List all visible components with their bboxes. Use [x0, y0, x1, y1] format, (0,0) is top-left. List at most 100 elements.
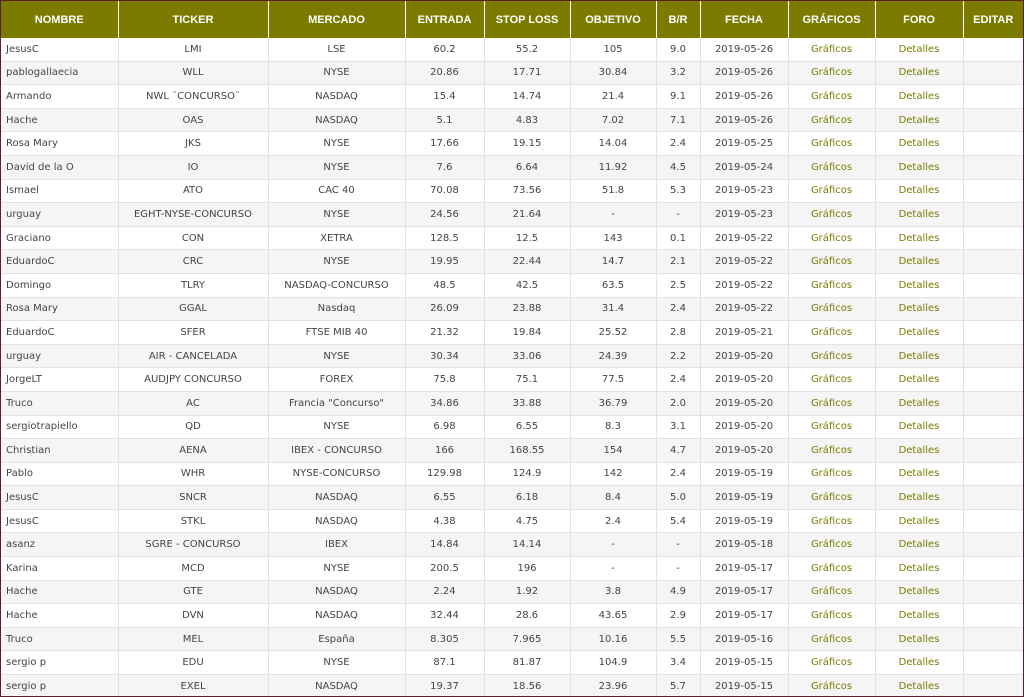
graficos-link[interactable]: Gráficos: [788, 84, 876, 109]
graficos-link[interactable]: Gráficos: [788, 202, 876, 227]
graficos-link[interactable]: Gráficos: [788, 627, 876, 652]
cell-editar: [963, 179, 1023, 204]
cell-fecha: 2019-05-22: [700, 297, 789, 322]
graficos-link[interactable]: Gráficos: [788, 38, 876, 62]
cell-stop-loss: 196: [484, 556, 571, 581]
cell-br: 5.0: [656, 485, 701, 510]
cell-fecha: 2019-05-22: [700, 273, 789, 298]
foro-detalles-link[interactable]: Detalles: [875, 297, 964, 322]
graficos-link[interactable]: Gráficos: [788, 650, 876, 676]
foro-detalles-link[interactable]: Detalles: [875, 415, 964, 440]
header-fecha[interactable]: FECHA: [700, 1, 789, 38]
graficos-link[interactable]: Gráficos: [788, 603, 876, 628]
header-graficos: GRÁFICOS: [788, 1, 876, 38]
graficos-link[interactable]: Gráficos: [788, 580, 876, 605]
header-entrada[interactable]: ENTRADA: [405, 1, 485, 38]
graficos-link[interactable]: Gráficos: [788, 438, 876, 463]
graficos-link[interactable]: Gráficos: [788, 273, 876, 298]
foro-detalles-link[interactable]: Detalles: [875, 674, 964, 696]
foro-detalles-link[interactable]: Detalles: [875, 155, 964, 180]
foro-detalles-link[interactable]: Detalles: [875, 61, 964, 86]
header-mercado[interactable]: MERCADO: [268, 1, 406, 38]
cell-ticker: STKL: [118, 509, 269, 534]
graficos-link[interactable]: Gráficos: [788, 556, 876, 581]
cell-stop-loss: 168.55: [484, 438, 571, 463]
header-stop-loss[interactable]: STOP LOSS: [484, 1, 571, 38]
graficos-link[interactable]: Gráficos: [788, 415, 876, 440]
foro-detalles-link[interactable]: Detalles: [875, 391, 964, 416]
foro-detalles-link[interactable]: Detalles: [875, 249, 964, 274]
cell-editar: [963, 226, 1023, 251]
cell-fecha: 2019-05-26: [700, 84, 789, 109]
cell-stop-loss: 21.64: [484, 202, 571, 227]
foro-detalles-link[interactable]: Detalles: [875, 84, 964, 109]
foro-detalles-link[interactable]: Detalles: [875, 509, 964, 534]
cell-ticker: CON: [118, 226, 269, 251]
foro-detalles-link[interactable]: Detalles: [875, 179, 964, 204]
cell-nombre: Hache: [1, 603, 119, 628]
graficos-link[interactable]: Gráficos: [788, 249, 876, 274]
cell-stop-loss: 81.87: [484, 650, 571, 676]
graficos-link[interactable]: Gráficos: [788, 344, 876, 369]
foro-detalles-link[interactable]: Detalles: [875, 38, 964, 62]
foro-detalles-link[interactable]: Detalles: [875, 226, 964, 251]
foro-detalles-link[interactable]: Detalles: [875, 532, 964, 558]
graficos-link[interactable]: Gráficos: [788, 108, 876, 133]
cell-ticker: WHR: [118, 462, 269, 487]
cell-mercado: NASDAQ: [268, 485, 406, 510]
cell-objetivo: 14.7: [570, 249, 657, 274]
graficos-link[interactable]: Gráficos: [788, 61, 876, 86]
cell-stop-loss: 14.74: [484, 84, 571, 109]
cell-nombre: Graciano: [1, 226, 119, 251]
foro-detalles-link[interactable]: Detalles: [875, 580, 964, 605]
foro-detalles-link[interactable]: Detalles: [875, 320, 964, 345]
cell-fecha: 2019-05-19: [700, 485, 789, 510]
cell-ticker: GGAL: [118, 297, 269, 322]
graficos-link[interactable]: Gráficos: [788, 155, 876, 180]
foro-detalles-link[interactable]: Detalles: [875, 462, 964, 487]
graficos-link[interactable]: Gráficos: [788, 226, 876, 251]
table-row: Ismael ATO CAC 40 70.08 73.56 51.8 5.3 2019-05-…: [1, 179, 1023, 204]
foro-detalles-link[interactable]: Detalles: [875, 367, 964, 392]
foro-detalles-link[interactable]: Detalles: [875, 202, 964, 227]
foro-detalles-link[interactable]: Detalles: [875, 485, 964, 510]
cell-stop-loss: 6.18: [484, 485, 571, 510]
header-br[interactable]: B/R: [656, 1, 701, 38]
cell-ticker: EGHT-NYSE-CONCURSO: [118, 202, 269, 227]
cell-editar: [963, 108, 1023, 133]
graficos-link[interactable]: Gráficos: [788, 179, 876, 204]
foro-detalles-link[interactable]: Detalles: [875, 603, 964, 628]
graficos-link[interactable]: Gráficos: [788, 485, 876, 510]
cell-objetivo: 104.9: [570, 650, 657, 676]
header-ticker[interactable]: TICKER: [118, 1, 269, 38]
foro-detalles-link[interactable]: Detalles: [875, 438, 964, 463]
header-nombre[interactable]: NOMBRE: [1, 1, 119, 38]
foro-detalles-link[interactable]: Detalles: [875, 556, 964, 581]
graficos-link[interactable]: Gráficos: [788, 462, 876, 487]
foro-detalles-link[interactable]: Detalles: [875, 108, 964, 133]
graficos-link[interactable]: Gráficos: [788, 509, 876, 534]
cell-fecha: 2019-05-16: [700, 627, 789, 652]
graficos-link[interactable]: Gráficos: [788, 131, 876, 156]
header-objetivo[interactable]: OBJETIVO: [570, 1, 657, 38]
cell-ticker: MEL: [118, 627, 269, 652]
graficos-link[interactable]: Gráficos: [788, 297, 876, 322]
foro-detalles-link[interactable]: Detalles: [875, 273, 964, 298]
foro-detalles-link[interactable]: Detalles: [875, 650, 964, 676]
foro-detalles-link[interactable]: Detalles: [875, 627, 964, 652]
cell-editar: [963, 532, 1023, 558]
graficos-link[interactable]: Gráficos: [788, 674, 876, 696]
cell-entrada: 200.5: [405, 556, 485, 581]
cell-mercado: NASDAQ: [268, 674, 406, 696]
cell-stop-loss: 18.56: [484, 674, 571, 696]
graficos-link[interactable]: Gráficos: [788, 367, 876, 392]
cell-mercado: NASDAQ: [268, 580, 406, 605]
cell-objetivo: 24.39: [570, 344, 657, 369]
cell-br: 2.4: [656, 131, 701, 156]
foro-detalles-link[interactable]: Detalles: [875, 131, 964, 156]
cell-entrada: 8.305: [405, 627, 485, 652]
graficos-link[interactable]: Gráficos: [788, 391, 876, 416]
graficos-link[interactable]: Gráficos: [788, 532, 876, 558]
graficos-link[interactable]: Gráficos: [788, 320, 876, 345]
foro-detalles-link[interactable]: Detalles: [875, 344, 964, 369]
